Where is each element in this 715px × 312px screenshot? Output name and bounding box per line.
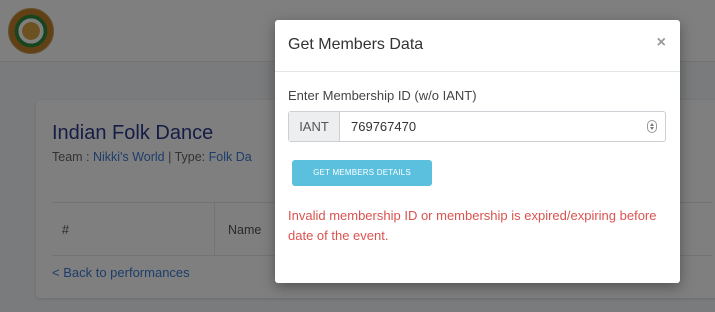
number-stepper-icon[interactable]: [647, 120, 657, 133]
get-members-modal: Get Members Data × Enter Membership ID (…: [275, 20, 680, 283]
error-message: Invalid membership ID or membership is e…: [288, 208, 657, 243]
input-prefix-addon: IANT: [289, 112, 340, 141]
membership-id-input-group[interactable]: IANT 769767470: [288, 111, 666, 142]
get-members-details-button[interactable]: GET MEMBERS DETAILS: [292, 160, 432, 186]
membership-id-label: Enter Membership ID (w/o IANT): [288, 88, 477, 103]
close-icon[interactable]: ×: [657, 35, 666, 51]
modal-header: Get Members Data ×: [275, 20, 680, 72]
modal-title: Get Members Data: [288, 36, 424, 53]
membership-id-input[interactable]: 769767470: [351, 112, 416, 141]
